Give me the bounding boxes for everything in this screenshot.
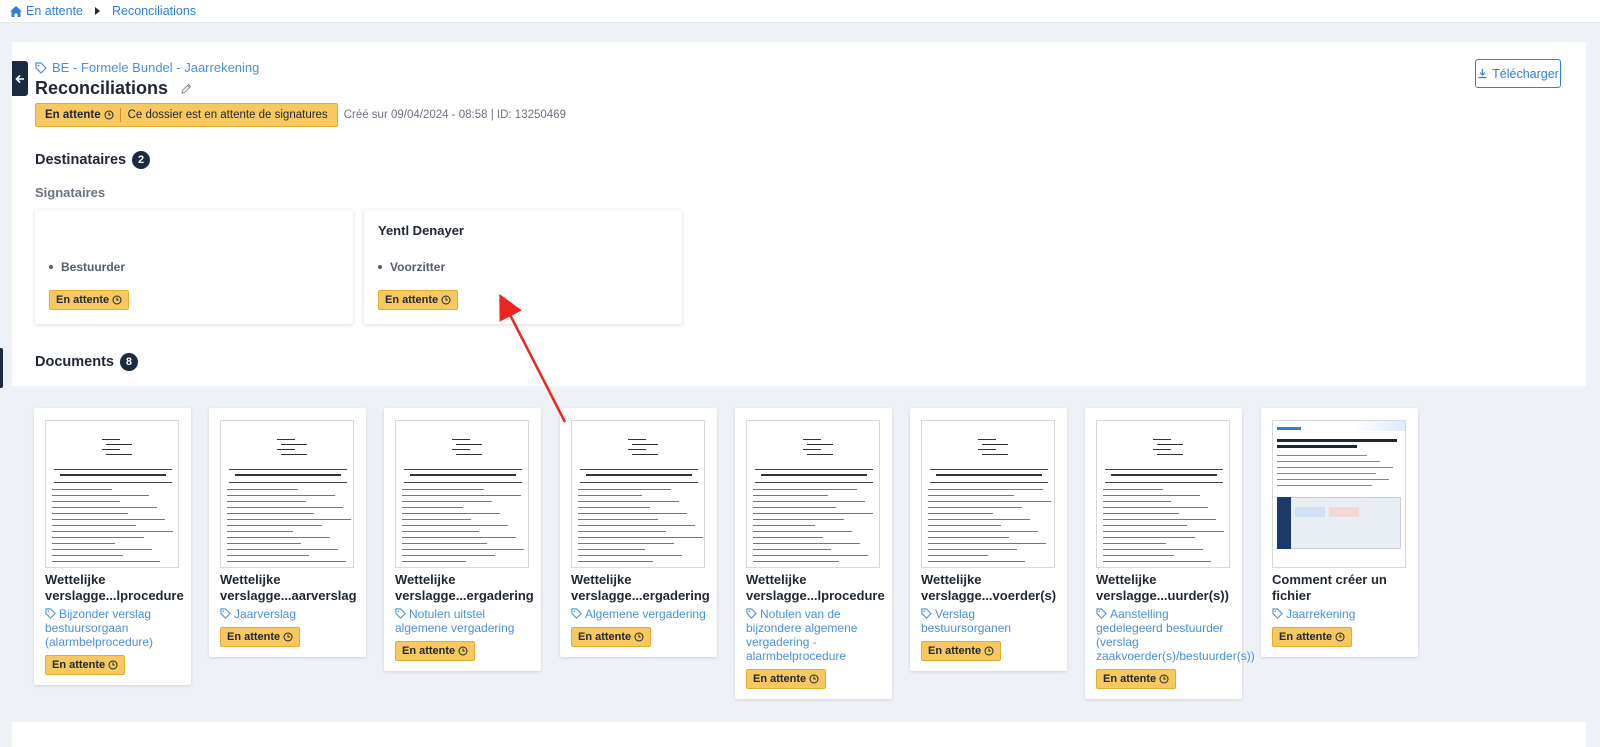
footer-strip [12, 722, 1586, 747]
page-title-row: Reconciliations [35, 78, 192, 99]
signer-name: Yentl Denayer [378, 223, 464, 238]
document-card[interactable]: Wettelijke verslagge...uurder(s)) Aanstel… [1085, 408, 1255, 699]
documents-count: 8 [119, 353, 138, 371]
clock-icon [1159, 674, 1169, 684]
status-badge: En attente [571, 627, 652, 647]
clock-icon [112, 295, 122, 305]
document-tag[interactable]: Jaarverslag [220, 607, 355, 621]
breadcrumb-current[interactable]: Reconciliations [112, 4, 196, 18]
documents-heading: Documents 8 [35, 353, 138, 371]
tag-icon [1272, 608, 1283, 619]
breadcrumb: En attente Reconciliations [0, 0, 1600, 23]
status-badge: En attente [1272, 627, 1353, 647]
tag-icon [571, 608, 582, 619]
clock-icon [634, 632, 644, 642]
clock-icon [809, 674, 819, 684]
dossier-tag-label: BE - Formele Bundel - Jaarrekening [52, 60, 260, 75]
document-title[interactable]: Wettelijke verslagge...aarverslag [220, 572, 357, 604]
document-card[interactable]: Comment créer un fichier Jaarrekening En a… [1261, 408, 1418, 657]
status-badge: En attente [921, 641, 1002, 661]
document-title[interactable]: Wettelijke verslagge...ergadering [571, 572, 710, 604]
status-badge: En attente [49, 290, 130, 310]
clock-icon [108, 660, 118, 670]
dossier-tag[interactable]: BE - Formele Bundel - Jaarrekening [35, 60, 259, 75]
document-thumbnail[interactable] [921, 420, 1055, 568]
tag-icon [35, 61, 47, 74]
document-title[interactable]: Wettelijke verslagge...lprocedure [746, 572, 885, 604]
clock-icon [283, 632, 293, 642]
document-tag[interactable]: Aanstelling gedelegeerd bestuurder (vers… [1096, 607, 1255, 663]
dossier-status: En attente Ce dossier est en attente de … [35, 103, 566, 127]
download-icon [1478, 69, 1487, 79]
breadcrumb-home-label: En attente [26, 4, 83, 18]
status-badge: En attente [1096, 669, 1177, 689]
document-tag[interactable]: Notulen van de bijzondere algemene verga… [746, 607, 881, 663]
status-message: Ce dossier est en attente de signatures [127, 109, 328, 121]
clock-icon [441, 295, 451, 305]
signer-card[interactable]: Bestuurder En attente [35, 210, 353, 324]
document-thumbnail[interactable] [1096, 420, 1230, 568]
document-tag[interactable]: Jaarrekening [1272, 607, 1407, 621]
tag-icon [220, 608, 231, 619]
document-title[interactable]: Wettelijke verslagge...lprocedure [45, 572, 184, 604]
status-badge: En attente [220, 627, 301, 647]
download-button[interactable]: Télécharger [1475, 59, 1561, 88]
signer-role: Bestuurder [49, 260, 125, 274]
documents-heading-label: Documents [35, 354, 114, 370]
status-badge: En attente Ce dossier est en attente de … [35, 103, 338, 127]
side-panel-handle[interactable] [0, 348, 3, 388]
document-thumbnail[interactable] [220, 420, 354, 568]
document-thumbnail[interactable] [746, 420, 880, 568]
document-title[interactable]: Wettelijke verslagge...ergadering [395, 572, 534, 604]
document-thumbnail[interactable] [571, 420, 705, 568]
clock-icon [1335, 632, 1345, 642]
download-label: Télécharger [1492, 66, 1559, 81]
document-card[interactable]: Wettelijke verslagge...aarverslag Jaarver… [209, 408, 366, 657]
recipients-count: 2 [132, 151, 151, 169]
status-badge: En attente [378, 290, 459, 310]
recipients-heading-label: Destinataires [35, 152, 127, 168]
document-card[interactable]: Wettelijke verslagge...voerder(s) Verslag… [910, 408, 1067, 671]
status-badge: En attente [395, 641, 476, 661]
document-title[interactable]: Comment créer un fichier [1272, 572, 1407, 604]
dossier-meta: Créé sur 09/04/2024 - 08:58 | ID: 132504… [343, 109, 566, 121]
signatories-heading: Signataires [35, 185, 106, 200]
document-title[interactable]: Wettelijke verslagge...voerder(s) [921, 572, 1056, 604]
signer-card[interactable]: Yentl Denayer Voorzitter En attente [364, 210, 682, 324]
pencil-icon[interactable] [180, 83, 192, 95]
clock-icon [984, 646, 994, 656]
status-badge: En attente [746, 669, 827, 689]
document-title[interactable]: Wettelijke verslagge...uurder(s)) [1096, 572, 1231, 604]
back-button[interactable] [12, 61, 28, 96]
tag-icon [921, 608, 932, 619]
tag-icon [1096, 608, 1107, 619]
status-label: En attente [45, 109, 101, 121]
document-thumbnail[interactable] [1272, 420, 1406, 568]
document-card[interactable]: Wettelijke verslagge...lprocedure Notulen… [735, 408, 892, 699]
document-card[interactable]: Wettelijke verslagge...lprocedure Bijzond… [34, 408, 191, 685]
tag-icon [395, 608, 406, 619]
document-thumbnail[interactable] [45, 420, 179, 568]
tag-icon [45, 608, 56, 619]
recipients-heading: Destinataires 2 [35, 151, 151, 169]
tag-icon [746, 608, 757, 619]
document-card[interactable]: Wettelijke verslagge...ergadering Notulen… [384, 408, 541, 671]
breadcrumb-separator-icon [95, 7, 100, 15]
document-tag[interactable]: Bijzonder verslag bestuursorgaan (alarmb… [45, 607, 180, 649]
document-thumbnail[interactable] [395, 420, 529, 568]
clock-icon [104, 110, 114, 120]
document-tag[interactable]: Verslag bestuursorganen [921, 607, 1056, 635]
home-icon [10, 5, 22, 17]
document-card[interactable]: Wettelijke verslagge...ergadering Algemen… [560, 408, 717, 657]
breadcrumb-home[interactable]: En attente [10, 4, 83, 18]
status-badge: En attente [45, 655, 126, 675]
document-tag[interactable]: Algemene vergadering [571, 607, 706, 621]
document-tag[interactable]: Notulen uitstel algemene vergadering [395, 607, 530, 635]
arrow-left-icon [15, 74, 24, 83]
clock-icon [458, 646, 468, 656]
signer-role: Voorzitter [378, 260, 445, 274]
page-title: Reconciliations [35, 78, 169, 98]
